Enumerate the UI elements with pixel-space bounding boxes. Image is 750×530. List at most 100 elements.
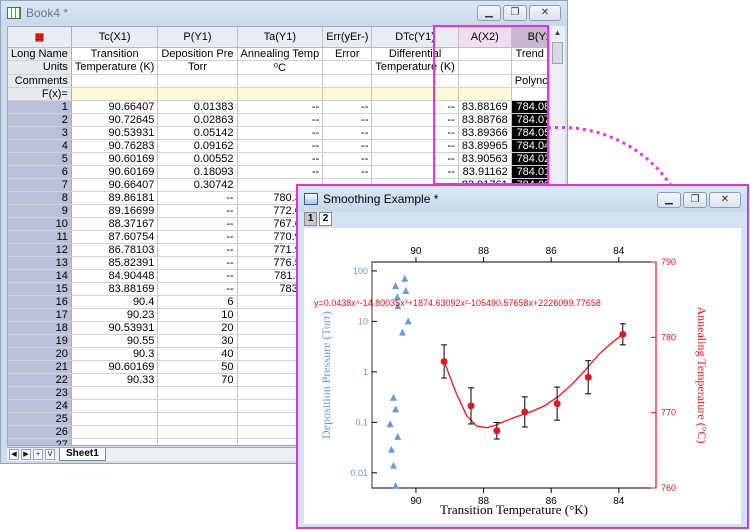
table-cell[interactable]: 0.30742 (157, 178, 238, 192)
table-cell[interactable]: 85.82391 (71, 256, 159, 270)
table-cell[interactable] (71, 438, 159, 445)
table-cell[interactable]: -- (322, 139, 373, 153)
layer-2-button[interactable]: 2 (319, 212, 332, 226)
select-all-icon[interactable]: ▦ (35, 32, 44, 43)
table-cell[interactable]: -- (157, 282, 238, 296)
close-button[interactable]: ✕ (529, 5, 561, 21)
row-header[interactable]: 9 (8, 204, 72, 218)
table-cell[interactable]: 90.53931 (71, 126, 159, 140)
label-cell[interactable]: Trend Line (511, 47, 547, 61)
table-cell[interactable]: 50 (157, 360, 238, 374)
table-cell[interactable]: 84.90448 (71, 269, 159, 283)
table-cell[interactable]: -- (371, 152, 459, 166)
graph-close-button[interactable]: ✕ (709, 192, 741, 208)
sheet-next-icon[interactable]: ▶ (21, 449, 31, 460)
table-cell[interactable]: -- (157, 217, 238, 231)
column-header[interactable]: Ta(Y1) (237, 27, 324, 48)
minimize-button[interactable]: ▁ (477, 5, 501, 21)
label-cell[interactable] (71, 74, 159, 88)
label-cell[interactable] (371, 74, 459, 88)
table-cell[interactable]: 87.60754 (71, 230, 159, 244)
table-cell[interactable] (157, 399, 238, 413)
table-cell[interactable]: 0.02863 (157, 113, 238, 127)
table-cell[interactable]: 90.76283 (71, 139, 159, 153)
table-cell[interactable]: -- (157, 256, 238, 270)
row-header[interactable]: 22 (8, 373, 72, 387)
row-header[interactable]: 10 (8, 217, 72, 231)
table-cell[interactable]: 83.88768 (458, 113, 512, 127)
table-cell[interactable]: 83.88169 (71, 282, 159, 296)
table-cell[interactable]: 90.33 (71, 373, 159, 387)
table-cell[interactable]: -- (157, 204, 238, 218)
row-header[interactable]: 11 (8, 230, 72, 244)
graph-minimize-button[interactable]: ▁ (657, 192, 681, 208)
table-cell[interactable]: 784.05681 (511, 126, 547, 140)
sheet-tab[interactable]: Sheet1 (59, 448, 106, 461)
table-cell[interactable]: 83.90563 (458, 152, 512, 166)
table-cell[interactable]: -- (322, 126, 373, 140)
label-cell[interactable] (157, 74, 238, 88)
row-header[interactable]: 19 (8, 334, 72, 348)
label-cell[interactable]: Temperature (K) (71, 60, 159, 75)
label-cell[interactable] (322, 87, 373, 101)
table-cell[interactable] (71, 386, 159, 400)
label-cell[interactable] (157, 87, 238, 101)
graph-titlebar[interactable]: Smoothing Example * ▁ ❐ ✕ (298, 186, 747, 212)
row-header[interactable]: 27 (8, 438, 72, 445)
table-cell[interactable]: -- (237, 126, 324, 140)
table-cell[interactable]: 70 (157, 373, 238, 387)
table-cell[interactable]: 90.53931 (71, 321, 159, 335)
table-cell[interactable]: 90.55 (71, 334, 159, 348)
table-cell[interactable]: 83.89965 (458, 139, 512, 153)
table-cell[interactable]: 0.18093 (157, 165, 238, 179)
label-cell[interactable] (458, 74, 512, 88)
table-cell[interactable]: 90.3 (71, 347, 159, 361)
sheet-list-icon[interactable]: V (45, 449, 55, 460)
table-cell[interactable] (157, 386, 238, 400)
row-header[interactable]: 6 (8, 165, 72, 179)
label-cell[interactable]: Annealing Temp (237, 47, 324, 61)
corner-cell[interactable]: ▦ (8, 27, 72, 48)
table-cell[interactable] (157, 425, 238, 439)
table-cell[interactable]: 784.08406 (511, 100, 547, 114)
column-header[interactable]: B(Y2) (511, 27, 547, 48)
column-header[interactable]: DTc(Y1) (371, 27, 459, 48)
row-header[interactable]: 14 (8, 269, 72, 283)
table-cell[interactable]: -- (322, 100, 373, 114)
table-cell[interactable]: 0.05142 (157, 126, 238, 140)
table-cell[interactable]: 10 (157, 308, 238, 322)
sheet-prev-icon[interactable]: ◀ (9, 449, 19, 460)
table-cell[interactable]: -- (371, 100, 459, 114)
table-cell[interactable]: 90.66407 (71, 100, 159, 114)
column-header[interactable]: Err(yEr-) (322, 27, 373, 48)
table-cell[interactable]: 90.60169 (71, 152, 159, 166)
graph-window[interactable]: Smoothing Example * ▁ ❐ ✕ 1 2 90 88 86 84 90… (296, 184, 749, 529)
table-cell[interactable]: 6 (157, 295, 238, 309)
column-header[interactable]: Tc(X1) (71, 27, 159, 48)
table-cell[interactable]: -- (237, 100, 324, 114)
table-cell[interactable] (157, 412, 238, 426)
table-cell[interactable]: -- (322, 152, 373, 166)
row-header[interactable]: 16 (8, 295, 72, 309)
row-header[interactable]: 26 (8, 425, 72, 439)
table-cell[interactable]: 88.37167 (71, 217, 159, 231)
label-cell[interactable] (237, 74, 324, 88)
table-cell[interactable]: 86.78103 (71, 243, 159, 257)
graph-canvas[interactable]: 90 88 86 84 90 88 86 84 Transition Temperature (… (304, 228, 741, 524)
label-cell[interactable] (322, 74, 373, 88)
table-cell[interactable]: -- (237, 152, 324, 166)
table-cell[interactable]: 83.91162 (458, 165, 512, 179)
table-cell[interactable]: 20 (157, 321, 238, 335)
table-cell[interactable]: 90.72645 (71, 113, 159, 127)
table-cell[interactable]: 784.04312 (511, 139, 547, 153)
scroll-up-icon[interactable]: ▲ (550, 26, 565, 40)
row-header[interactable]: 2 (8, 113, 72, 127)
table-cell[interactable]: 90.4 (71, 295, 159, 309)
table-cell[interactable]: 90.60169 (71, 165, 159, 179)
table-cell[interactable]: 784.02937 (511, 152, 547, 166)
sheet-add-icon[interactable]: + (33, 449, 43, 460)
table-cell[interactable]: -- (157, 269, 238, 283)
label-cell[interactable]: Polynomial (511, 74, 547, 88)
label-cell[interactable] (71, 87, 159, 101)
graph-restore-button[interactable]: ❐ (683, 192, 707, 208)
